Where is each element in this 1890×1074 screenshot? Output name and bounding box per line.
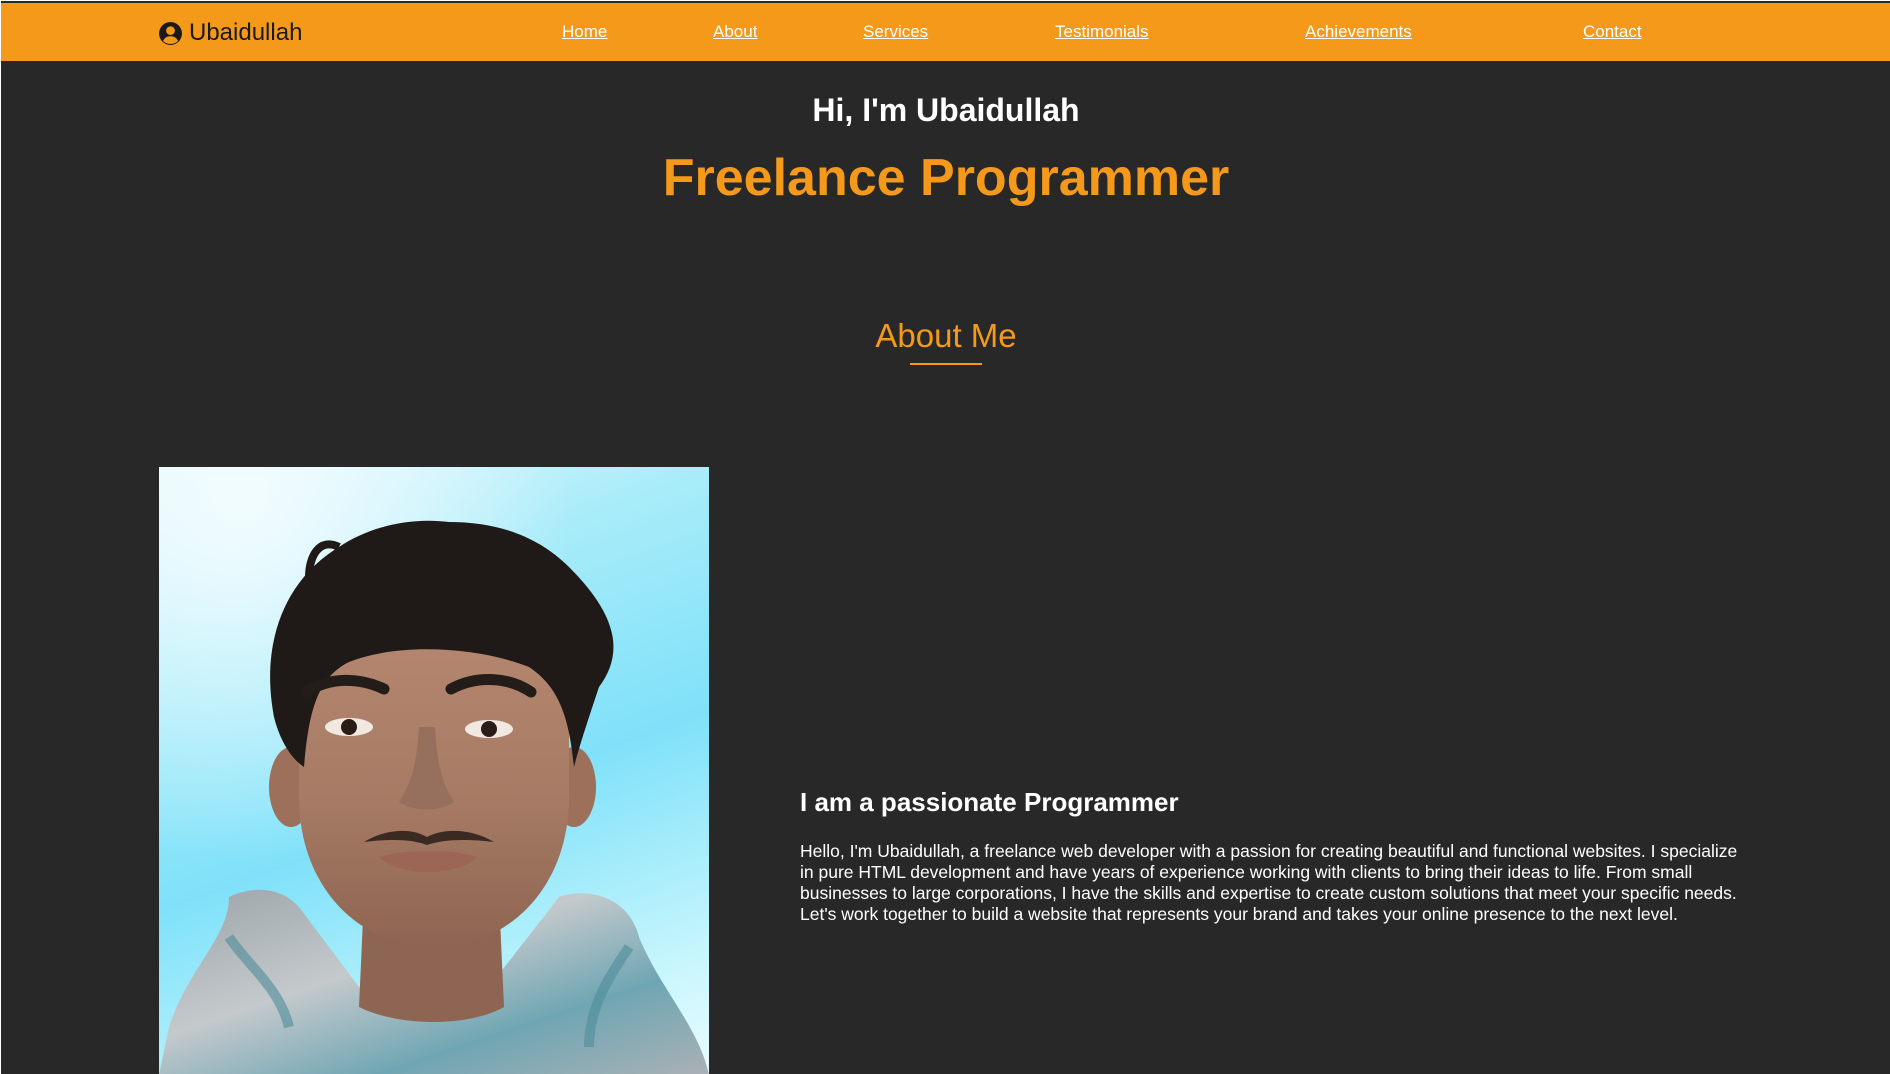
profile-photo: [159, 467, 709, 1074]
hero-role: Freelance Programmer: [662, 149, 1230, 207]
nav-link-services[interactable]: Services: [863, 22, 928, 42]
nav-link-home[interactable]: Home: [562, 22, 607, 42]
nav-link-testimonials[interactable]: Testimonials: [1055, 22, 1149, 42]
about-subtitle: I am a passionate Programmer: [800, 787, 1179, 817]
hero-greeting: Hi, I'm Ubaidullah: [812, 92, 1080, 128]
about-heading-underline: [910, 363, 982, 365]
page: Ubaidullah Home About Services Testimoni…: [0, 0, 1890, 1074]
nav-link-about[interactable]: About: [713, 22, 757, 42]
nav-link-contact[interactable]: Contact: [1583, 22, 1642, 42]
nav-link-achievements[interactable]: Achievements: [1305, 22, 1412, 42]
about-heading: About Me: [875, 317, 1017, 354]
user-circle-icon: [158, 21, 183, 46]
about-description: Hello, I'm Ubaidullah, a freelance web d…: [800, 841, 1738, 924]
brand-logo[interactable]: Ubaidullah: [158, 19, 302, 47]
brand-name: Ubaidullah: [189, 19, 303, 46]
navbar: Ubaidullah Home About Services Testimoni…: [1, 3, 1890, 61]
